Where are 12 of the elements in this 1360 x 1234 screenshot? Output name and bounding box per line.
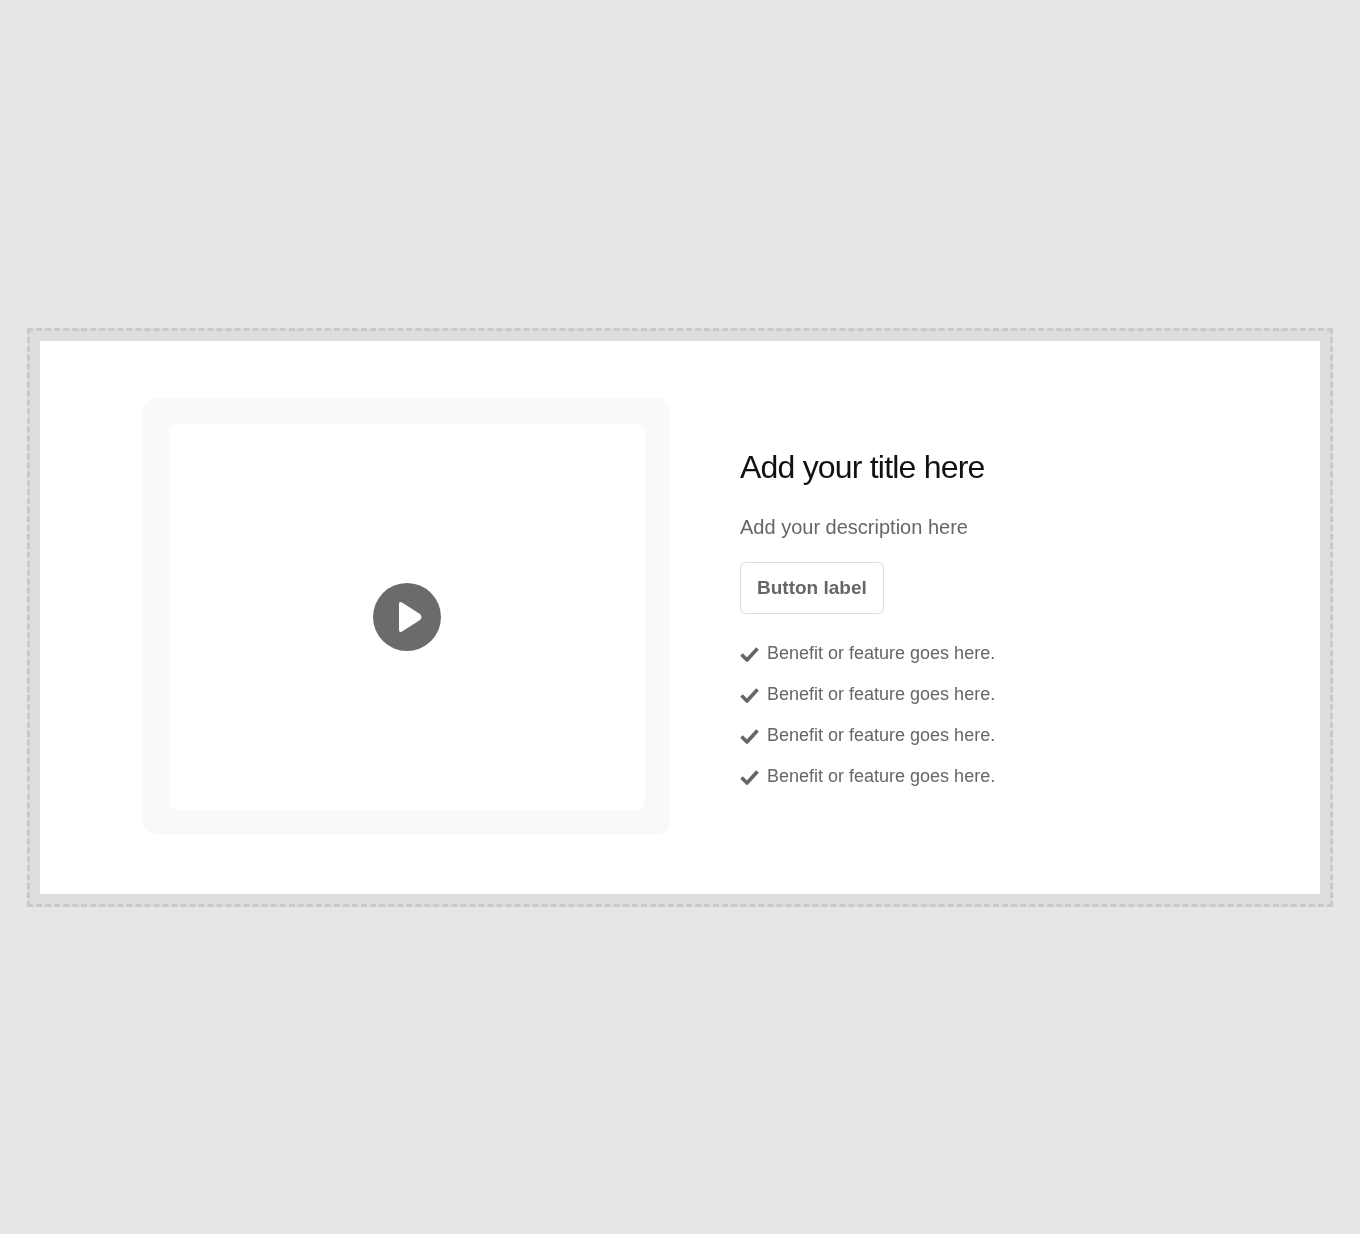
check-icon (740, 645, 759, 662)
action-button[interactable]: Button label (740, 561, 884, 615)
benefit-text: Benefit or feature goes here. (767, 724, 996, 748)
section-description: Add your description here (740, 514, 969, 540)
play-icon[interactable] (373, 582, 441, 651)
benefit-text: Benefit or feature goes here. (767, 765, 996, 789)
check-icon (740, 727, 759, 744)
benefit-text: Benefit or feature goes here. (767, 642, 996, 666)
section-title: Add your title here (740, 447, 986, 486)
check-icon (740, 686, 759, 703)
check-icon (740, 768, 759, 785)
benefit-text: Benefit or feature goes here. (767, 683, 996, 707)
